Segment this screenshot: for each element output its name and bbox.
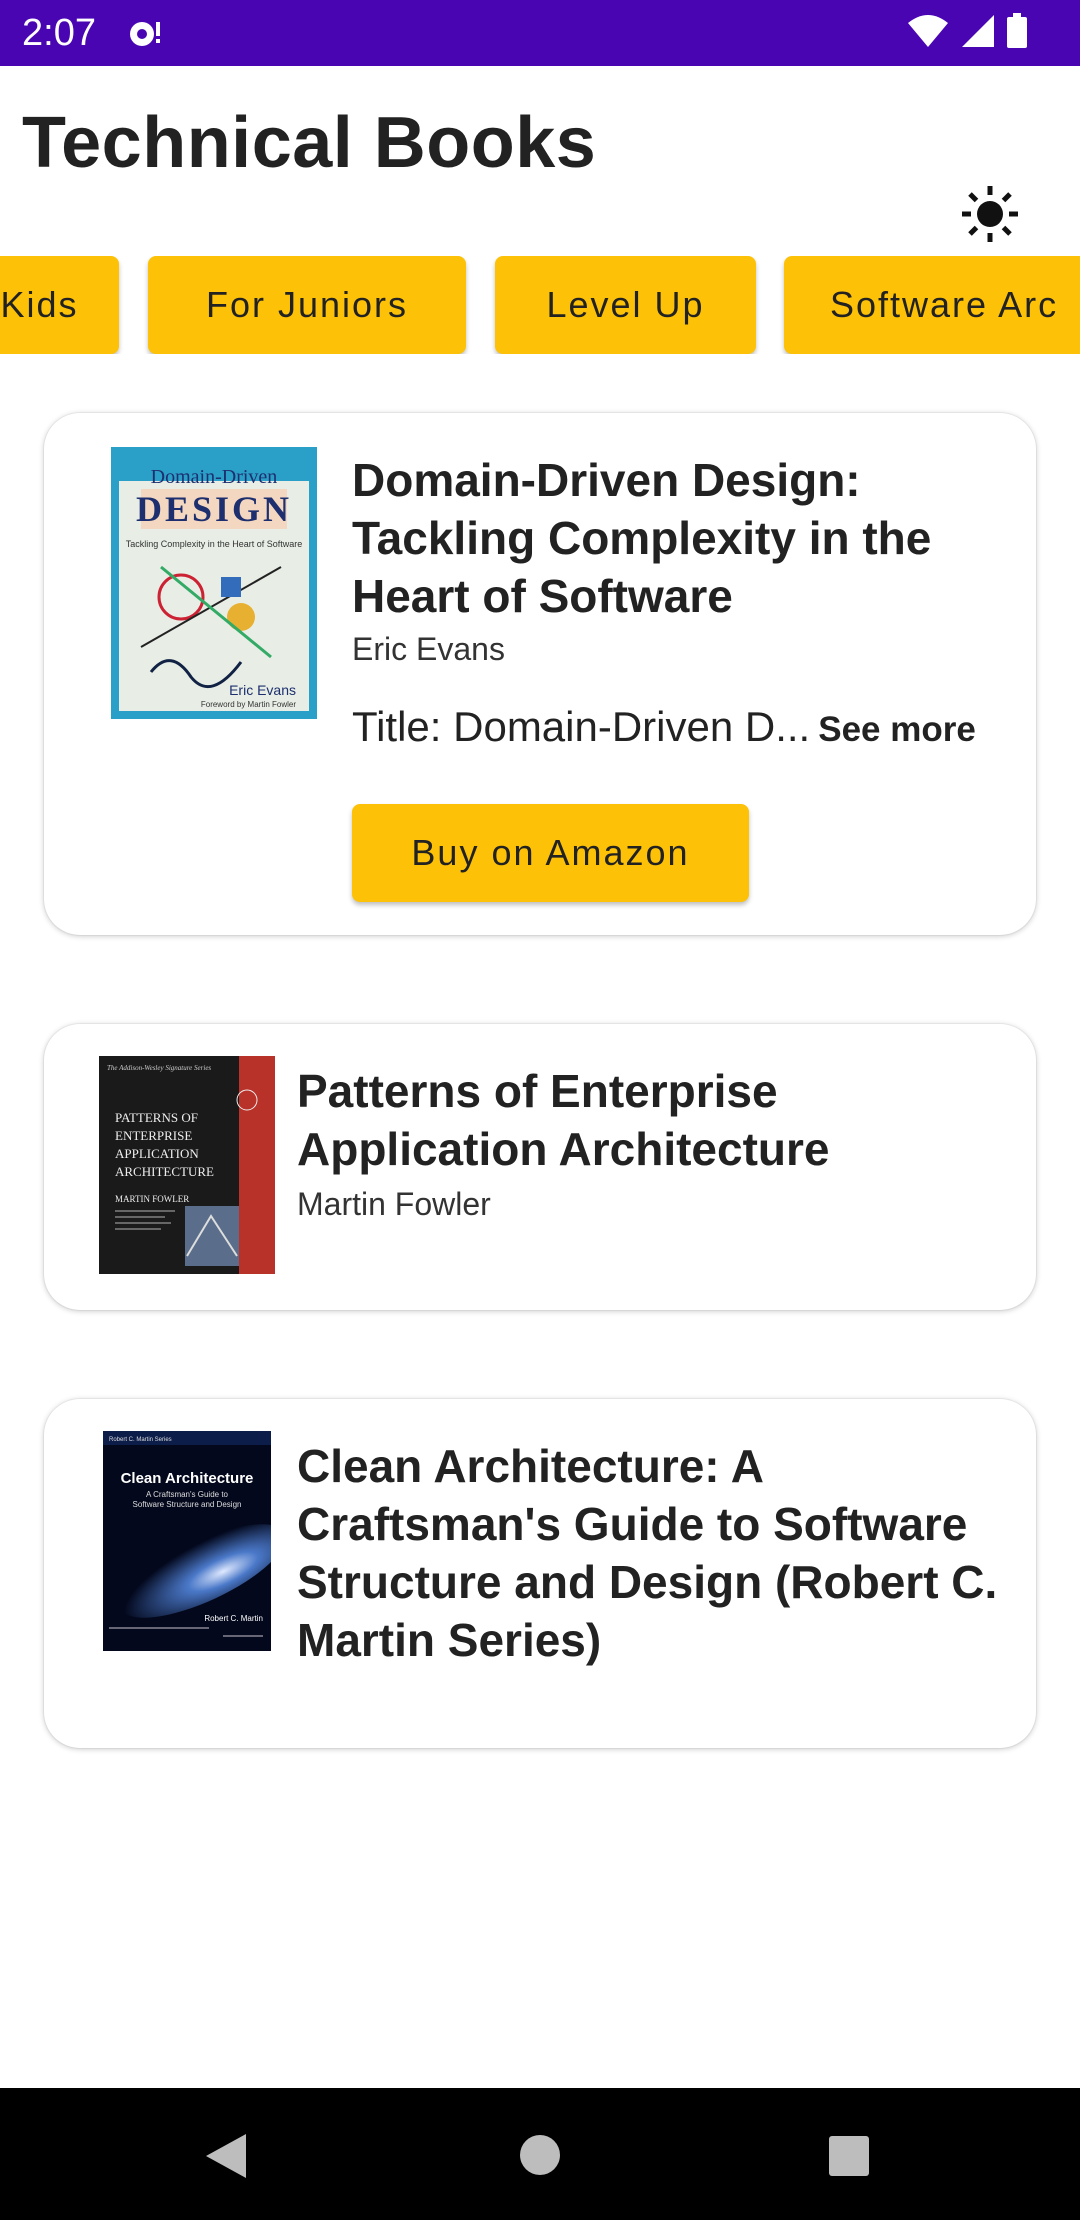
status-time: 2:07 [22,12,96,54]
see-more-link[interactable]: See more [818,710,976,749]
signal-icon [962,15,994,47]
svg-text:DESIGN: DESIGN [136,489,292,529]
svg-text:ARCHITECTURE: ARCHITECTURE [115,1164,214,1179]
svg-text:Software Structure and Design: Software Structure and Design [133,1500,242,1509]
book-cover-clean-architecture: Robert C. Martin Series Clean Architectu… [103,1431,271,1651]
notification-icon [128,14,166,55]
svg-text:A Craftsman's Guide to: A Craftsman's Guide to [146,1490,229,1499]
svg-text:Tackling Complexity in the Hea: Tackling Complexity in the Heart of Soft… [126,539,303,549]
category-chips: Kids For Juniors Level Up Software Arc [0,256,1080,354]
book-description: Title: Domain-Driven D... See more [352,703,976,751]
chip-software-architecture[interactable]: Software Arc [784,256,1080,354]
battery-icon [1007,13,1027,48]
description-text: Title: Domain-Driven D... [352,703,811,750]
system-icons [906,13,1028,49]
back-icon[interactable] [204,2132,248,2180]
book-card[interactable]: Domain-Driven DESIGN Tackling Complexity… [44,413,1036,935]
svg-text:ENTERPRISE: ENTERPRISE [115,1128,192,1143]
chip-kids[interactable]: Kids [0,256,119,354]
sun-icon [962,186,1018,242]
book-author: Eric Evans [352,631,505,667]
svg-text:APPLICATION: APPLICATION [115,1146,199,1161]
svg-text:Eric Evans: Eric Evans [229,682,296,698]
svg-text:Clean Architecture: Clean Architecture [121,1470,254,1487]
chip-for-juniors[interactable]: For Juniors [148,256,466,354]
app-bar: Technical Books [0,66,1080,242]
svg-text:Domain-Driven: Domain-Driven [151,466,278,488]
svg-text:MARTIN FOWLER: MARTIN FOWLER [115,1194,189,1204]
recents-icon[interactable] [828,2135,870,2177]
wifi-icon [908,15,948,47]
book-cover-ddd: Domain-Driven DESIGN Tackling Complexity… [111,447,317,719]
book-card[interactable]: The Addison-Wesley Signature Series PATT… [44,1024,1036,1310]
book-cover-peaa: The Addison-Wesley Signature Series PATT… [99,1056,275,1274]
book-author: Martin Fowler [297,1186,491,1222]
home-icon[interactable] [519,2134,561,2176]
status-bar: 2:07 [0,0,1080,66]
chip-level-up[interactable]: Level Up [495,256,756,354]
svg-text:The Addison-Wesley Signature S: The Addison-Wesley Signature Series [107,1064,211,1072]
svg-text:Robert C. Martin: Robert C. Martin [204,1614,263,1623]
svg-text:PATTERNS OF: PATTERNS OF [115,1110,198,1125]
page-title: Technical Books [22,103,597,183]
book-card[interactable]: Robert C. Martin Series Clean Architectu… [44,1399,1036,1748]
buy-on-amazon-button[interactable]: Buy on Amazon [352,804,749,902]
svg-text:Robert C. Martin Series: Robert C. Martin Series [109,1437,172,1443]
theme-toggle-button[interactable] [960,184,1020,244]
svg-text:Foreword by Martin Fowler: Foreword by Martin Fowler [201,700,296,709]
book-title: Clean Architecture: A Craftsman's Guide … [297,1440,998,1666]
book-title: Domain-Driven Design: Tackling Complexit… [352,454,932,622]
book-title: Patterns of Enterprise Application Archi… [297,1065,830,1175]
navigation-bar [0,2088,1080,2220]
